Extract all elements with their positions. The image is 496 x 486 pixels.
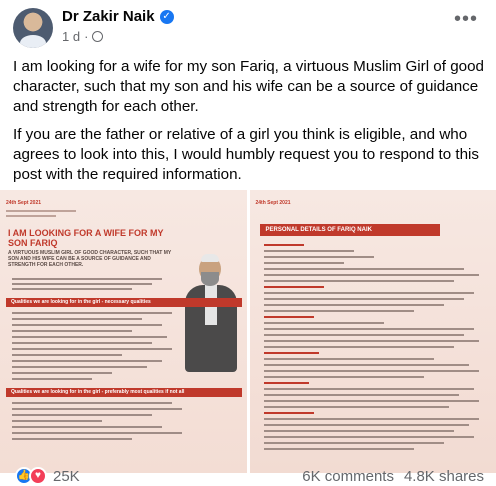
poster-text-line — [263, 322, 384, 324]
poster-text-line — [263, 250, 354, 252]
poster-text-line — [263, 286, 324, 288]
poster-image-left[interactable]: 24th Sept 2021 I AM LOOKING FOR A WIFE F… — [0, 190, 247, 473]
poster-text-line — [263, 424, 469, 426]
poster-text-line — [12, 408, 182, 410]
reactions-summary[interactable]: 👍 ♥ 25K — [15, 467, 80, 485]
poster-text-line — [12, 288, 132, 290]
poster-text-line — [12, 432, 182, 434]
poster-text-line — [263, 352, 319, 354]
verified-badge-icon: ✓ — [159, 9, 174, 24]
poster-text-line — [12, 336, 167, 338]
poster-date: 24th Sept 2021 — [6, 200, 42, 206]
poster-text-line — [12, 372, 112, 374]
poster-text-line — [263, 370, 479, 372]
poster-text-line — [263, 442, 444, 444]
poster-text-line — [263, 256, 374, 258]
poster-text-line — [263, 340, 479, 342]
more-options-icon[interactable]: ••• — [454, 8, 478, 31]
author-name[interactable]: Dr Zakir Naik — [62, 8, 155, 25]
poster-details-title: PERSONAL DETAILS OF FARIQ NAIK — [259, 224, 440, 236]
post-images: 24th Sept 2021 I AM LOOKING FOR A WIFE F… — [0, 190, 496, 473]
love-reaction-icon: ♥ — [29, 467, 47, 485]
poster-text-line — [263, 430, 454, 432]
poster-text-line — [12, 312, 172, 314]
poster-text-line — [12, 366, 147, 368]
poster-text-line — [12, 324, 162, 326]
poster-text-line — [263, 448, 414, 450]
poster-text-line — [263, 346, 454, 348]
poster-date: 24th Sept 2021 — [255, 200, 291, 206]
poster-text-line — [263, 316, 314, 318]
poster-text-line — [263, 388, 474, 390]
poster-text-line — [12, 318, 142, 320]
poster-text-line — [12, 420, 102, 422]
poster-text-line — [263, 358, 434, 360]
poster-text-line — [263, 304, 444, 306]
poster-text-line — [263, 292, 474, 294]
post-meta: 1 d · — [62, 29, 104, 44]
post-stats: 6K comments 4.8K shares — [302, 468, 484, 485]
poster-text-line — [263, 328, 474, 330]
poster-text-line — [263, 262, 344, 264]
poster-text-line — [263, 280, 454, 282]
poster-text-line — [12, 330, 132, 332]
poster-text-line — [263, 394, 459, 396]
poster-text-line — [12, 278, 162, 280]
person-photo — [179, 252, 241, 372]
poster-text-line — [263, 376, 424, 378]
poster-text-line — [6, 210, 76, 212]
poster-section-2: Qualities we are looking for in the girl… — [6, 388, 242, 397]
poster-section-1: Qualities we are looking for in the girl… — [6, 298, 242, 307]
post-header: Dr Zakir Naik ✓ 1 d · ••• — [0, 0, 496, 50]
poster-subtitle: A VIRTUOUS MUSLIM GIRL OF GOOD CHARACTER… — [8, 250, 172, 268]
comments-count[interactable]: 6K comments — [302, 468, 394, 485]
poster-text-line — [263, 400, 479, 402]
poster-text-line — [12, 354, 122, 356]
globe-icon — [92, 31, 104, 42]
post-text: I am looking for a wife for my son Fariq… — [13, 57, 485, 193]
poster-text-line — [263, 298, 464, 300]
poster-text-line — [263, 334, 464, 336]
poster-text-line — [12, 342, 152, 344]
poster-text-line — [263, 418, 479, 420]
poster-title: I AM LOOKING FOR A WIFE FOR MY SON FARIQ — [8, 228, 164, 248]
poster-text-line — [263, 436, 474, 438]
poster-text-line — [263, 364, 469, 366]
poster-text-line — [12, 348, 172, 350]
poster-text-line — [263, 244, 304, 246]
post-time[interactable]: 1 d — [62, 29, 80, 44]
poster-text-line — [263, 406, 449, 408]
poster-text-line — [6, 215, 56, 217]
poster-text-line — [263, 274, 479, 276]
poster-text-line — [263, 310, 414, 312]
poster-text-line — [12, 283, 152, 285]
poster-text-line — [12, 438, 132, 440]
poster-text-line — [263, 412, 314, 414]
poster-text-line — [263, 382, 309, 384]
poster-text-line — [12, 402, 172, 404]
poster-text-line — [12, 426, 162, 428]
avatar[interactable] — [13, 8, 53, 48]
poster-text-line — [12, 378, 92, 380]
poster-text-line — [12, 414, 152, 416]
post-footer: 👍 ♥ 25K 6K comments 4.8K shares — [0, 467, 496, 486]
post-paragraph-2: If you are the father or relative of a g… — [13, 126, 480, 183]
post-paragraph-1: I am looking for a wife for my son Fariq… — [13, 58, 484, 115]
poster-image-right[interactable]: 24th Sept 2021 PERSONAL DETAILS OF FARIQ… — [249, 190, 496, 473]
poster-text-line — [12, 360, 162, 362]
reaction-count[interactable]: 25K — [53, 468, 80, 485]
poster-text-line — [263, 268, 464, 270]
author-row: Dr Zakir Naik ✓ — [62, 8, 174, 25]
shares-count[interactable]: 4.8K shares — [404, 468, 484, 485]
